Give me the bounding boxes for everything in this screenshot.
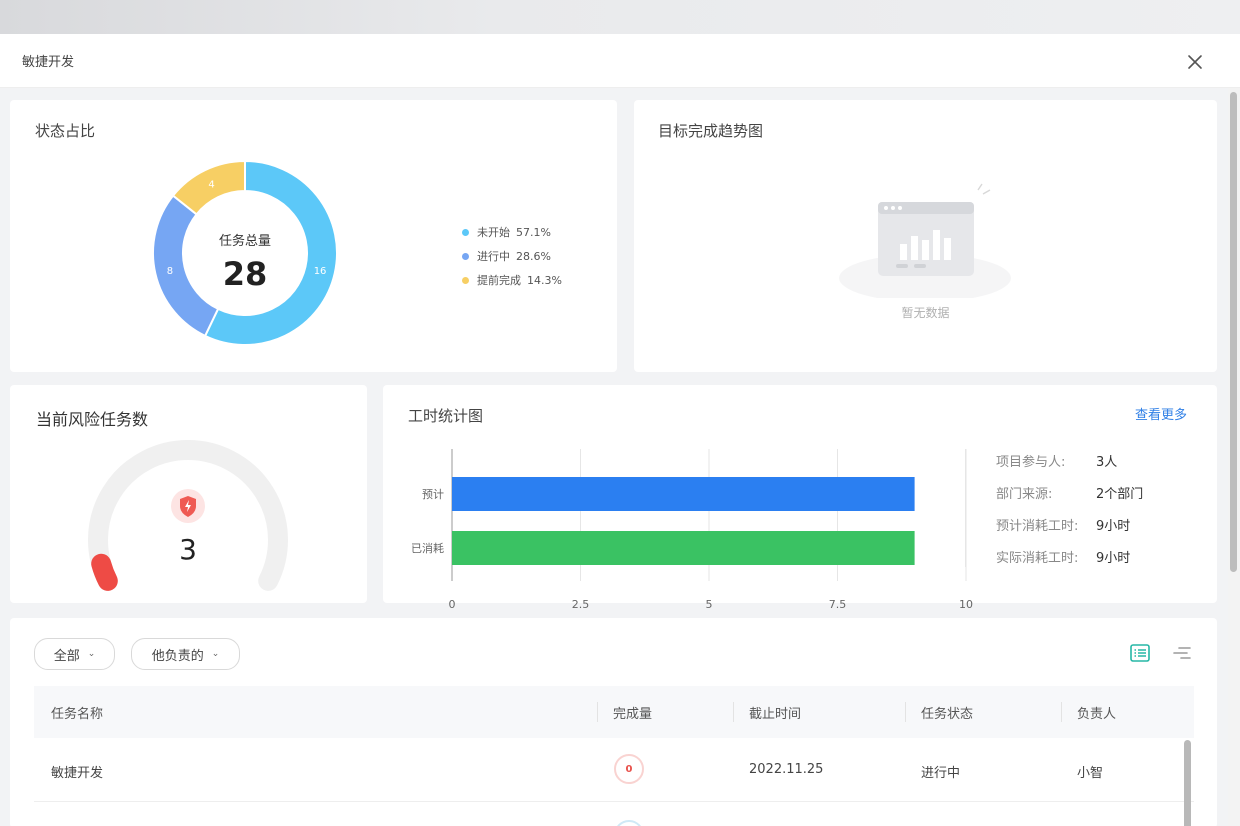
x-tick-label: 5 <box>706 598 713 611</box>
table-scrollbar-thumb[interactable] <box>1184 740 1191 826</box>
trend-card-title: 目标完成趋势图 <box>658 122 764 140</box>
donut-total: 28 <box>223 255 268 293</box>
info-row: 项目参与人: 3人 <box>996 451 1143 483</box>
donut-slice[interactable] <box>152 194 220 338</box>
column-separator <box>1061 702 1062 722</box>
x-tick-label: 10 <box>959 598 973 611</box>
info-value: 3人 <box>1096 455 1118 470</box>
info-value: 2个部门 <box>1096 487 1144 502</box>
column-header-status[interactable]: 任务状态 <box>921 703 973 722</box>
donut-center-label: 任务总量 <box>219 233 271 249</box>
status-card-title: 状态占比 <box>35 122 96 140</box>
filter-all-label: 全部 <box>53 648 80 664</box>
work-hours-card: 工时统计图 查看更多 预计 已消耗 0 2.5 5 7.5 10 项目参与人: 3人 部门… <box>383 385 1217 611</box>
status-legend: 未开始 57.1% 进行中 28.6% 提前完成 14.3% <box>462 220 562 292</box>
empty-data-illustration <box>839 183 1011 298</box>
dialog-header: 敏捷开发 <box>0 34 1240 88</box>
donut-slice-label: 16 <box>314 266 327 277</box>
list-view-icon <box>1130 644 1150 662</box>
task-table-card: 全部 ⌄ 他负责的 ⌄ 任务名称 完成量 截止时间 任务状态 负责人 敏捷开发 … <box>10 618 1217 826</box>
legend-label: 提前完成 <box>477 274 521 287</box>
y-category-label: 已消耗 <box>411 541 444 555</box>
legend-percent: 57.1% <box>516 225 551 239</box>
project-dialog: 敏捷开发 状态占比 16 8 4 任务总量 28 未开始 57.1% 进行中 2… <box>0 34 1240 826</box>
risk-gauge: 3 <box>88 440 288 591</box>
close-button[interactable] <box>1184 51 1206 73</box>
hours-bar[interactable] <box>452 477 915 511</box>
risk-count: 3 <box>179 533 197 566</box>
project-info-list: 项目参与人: 3人 部门来源: 2个部门 预计消耗工时: 9小时 实际消耗工时:… <box>996 451 1143 579</box>
legend-dot <box>462 228 469 236</box>
donut-slice-label: 4 <box>208 180 214 191</box>
status-donut-chart: 16 8 4 任务总量 28 <box>152 159 338 346</box>
risk-task-card: 当前风险任务数 3 <box>10 385 367 603</box>
progress-ring-partial <box>614 820 644 826</box>
info-label: 预计消耗工时: <box>996 519 1079 534</box>
status-cell: 进行中 <box>921 766 961 781</box>
x-tick-label: 2.5 <box>572 598 590 611</box>
column-header-deadline[interactable]: 截止时间 <box>749 703 801 722</box>
empty-data-text: 暂无数据 <box>901 306 950 320</box>
hours-bar[interactable] <box>452 531 915 565</box>
filter-owner-dropdown[interactable]: 他负责的 ⌄ <box>131 638 240 670</box>
hours-divider <box>965 449 966 567</box>
table-row[interactable]: 敏捷开发 0 2022.11.25 进行中 小智 <box>34 738 1194 802</box>
progress-ring: 0 <box>614 754 644 784</box>
x-tick-label: 7.5 <box>829 598 847 611</box>
legend-item[interactable]: 进行中 28.6% <box>462 244 562 268</box>
view-more-link[interactable]: 查看更多 <box>1135 404 1187 423</box>
info-label: 部门来源: <box>996 487 1053 502</box>
column-header-owner[interactable]: 负责人 <box>1077 703 1116 722</box>
task-name-cell[interactable]: 敏捷开发 <box>51 762 103 781</box>
column-separator <box>733 702 734 722</box>
filter-owner-label: 他负责的 <box>151 648 204 664</box>
work-hours-bar-chart: 预计已消耗 0 2.5 5 7.5 10 <box>411 449 973 611</box>
legend-percent: 28.6% <box>516 249 551 263</box>
goal-trend-card: 目标完成趋势图 暂无数据 <box>634 100 1217 372</box>
x-tick-label: 0 <box>449 598 456 611</box>
gantt-view-icon <box>1173 647 1191 659</box>
info-value: 9小时 <box>1096 551 1131 566</box>
background-strip <box>0 0 1240 34</box>
dialog-title: 敏捷开发 <box>22 55 75 70</box>
gantt-view-button[interactable] <box>1171 642 1193 664</box>
donut-slice-label: 8 <box>167 266 173 277</box>
info-label: 项目参与人: <box>996 455 1066 470</box>
legend-percent: 14.3% <box>527 273 562 287</box>
dialog-scrollbar-thumb[interactable] <box>1230 92 1237 572</box>
list-view-button[interactable] <box>1129 642 1151 664</box>
column-header-task-name[interactable]: 任务名称 <box>51 703 103 722</box>
column-header-progress[interactable]: 完成量 <box>613 703 652 722</box>
deadline-cell: 2022.11.25 <box>749 762 824 777</box>
legend-item[interactable]: 未开始 57.1% <box>462 220 562 244</box>
legend-item[interactable]: 提前完成 14.3% <box>462 268 562 292</box>
filter-all-dropdown[interactable]: 全部 ⌄ <box>34 638 115 670</box>
legend-dot <box>462 252 469 260</box>
legend-label: 未开始 <box>477 226 510 239</box>
owner-cell: 小智 <box>1077 766 1104 781</box>
close-icon <box>1188 55 1202 69</box>
column-separator <box>597 702 598 722</box>
chevron-down-icon: ⌄ <box>211 649 220 659</box>
table-header: 任务名称 完成量 截止时间 任务状态 负责人 <box>34 686 1194 738</box>
status-ratio-card: 状态占比 16 8 4 任务总量 28 未开始 57.1% 进行中 28.6% 提前… <box>10 100 617 372</box>
column-separator <box>905 702 906 722</box>
chevron-down-icon: ⌄ <box>87 649 96 659</box>
info-value: 9小时 <box>1096 519 1131 534</box>
info-row: 实际消耗工时: 9小时 <box>996 547 1143 579</box>
info-label: 实际消耗工时: <box>996 551 1079 566</box>
table-row-partial <box>34 804 1184 826</box>
info-row: 部门来源: 2个部门 <box>996 483 1143 515</box>
info-row: 预计消耗工时: 9小时 <box>996 515 1143 547</box>
y-category-label: 预计 <box>422 488 444 501</box>
risk-card-title: 当前风险任务数 <box>36 410 149 429</box>
legend-label: 进行中 <box>477 250 510 263</box>
legend-dot <box>462 276 469 284</box>
